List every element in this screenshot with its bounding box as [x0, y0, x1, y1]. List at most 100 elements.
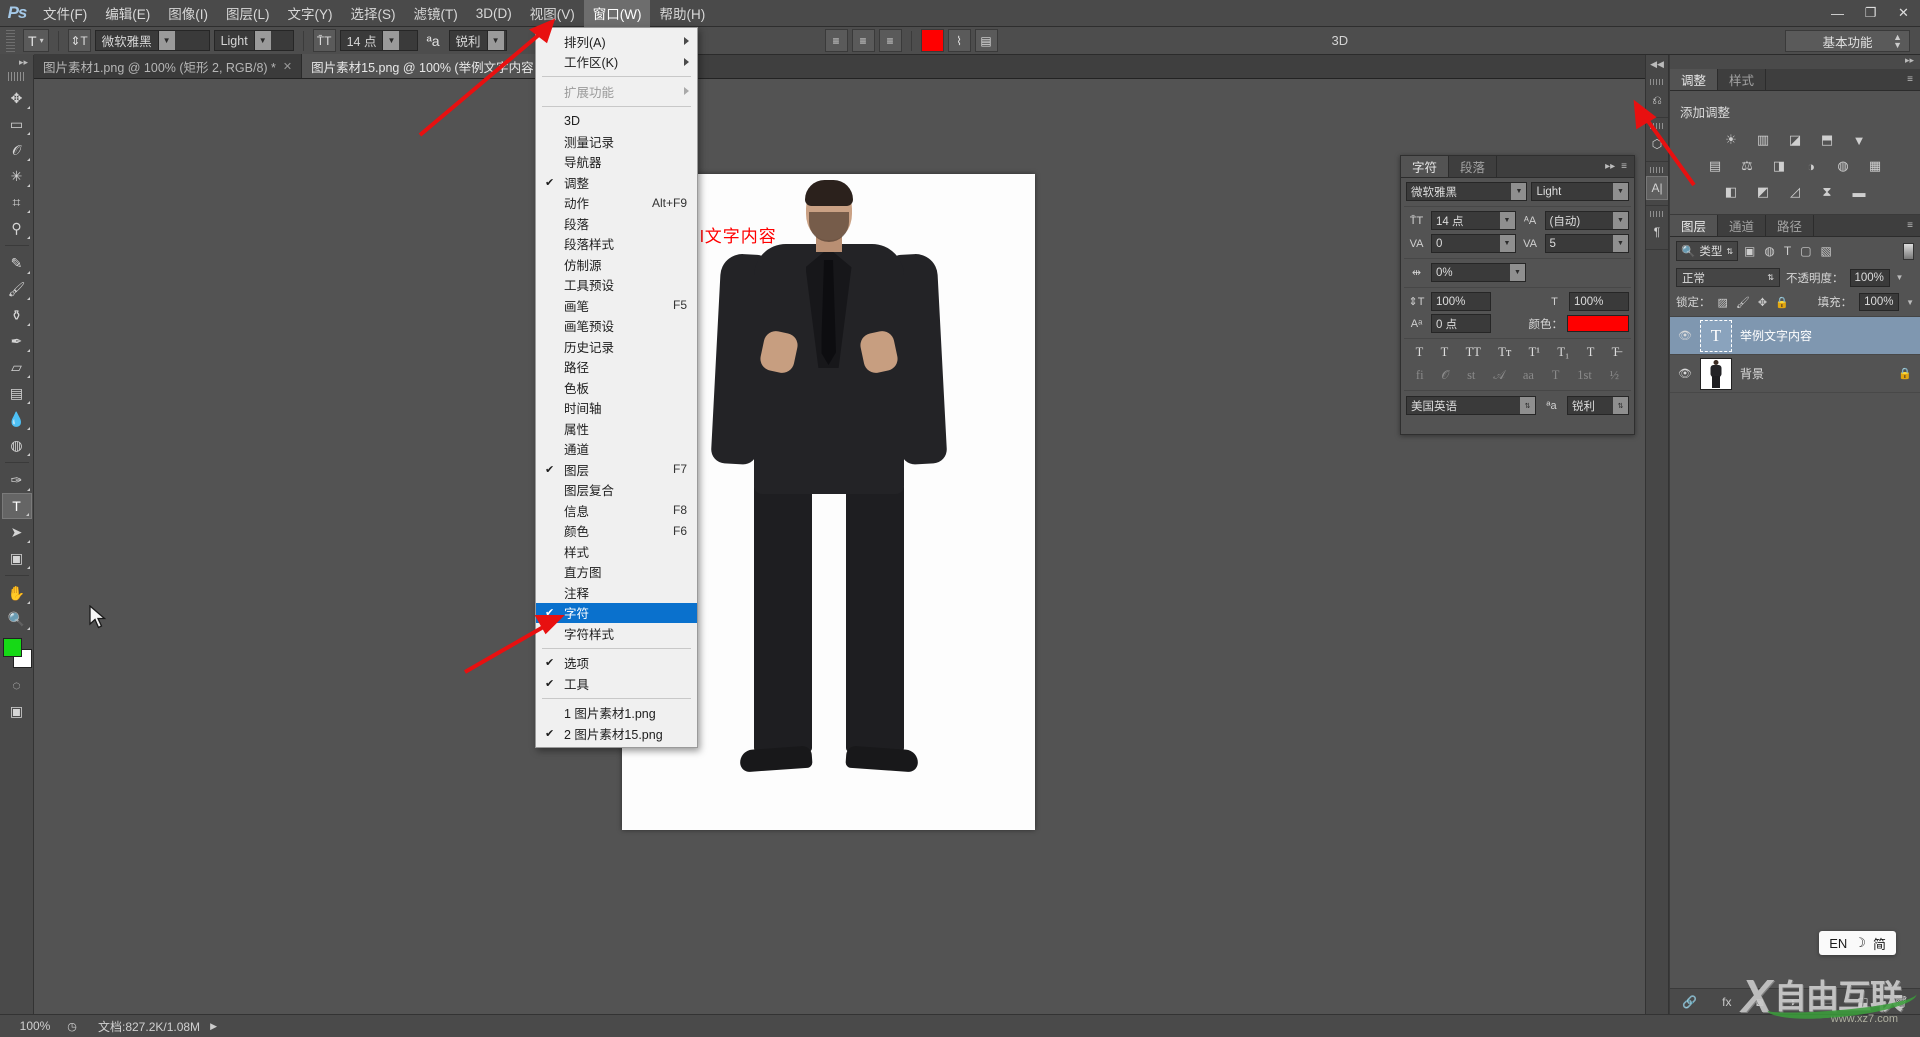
window-menu-item-33[interactable]: ✔ 工具 [536, 673, 697, 694]
adjustment-icon-icons_row2-3[interactable]: ◑ [1800, 156, 1823, 176]
tab-character[interactable]: 字符 [1401, 156, 1450, 177]
menu-item-2[interactable]: 图像(I) [159, 0, 217, 27]
layer-row[interactable]: 👁 背景 🔒 [1670, 355, 1920, 393]
paragraph-dock-icon[interactable]: ¶ [1646, 220, 1668, 244]
color-swatches[interactable] [2, 638, 32, 670]
adjustment-icon-icons_row3-0[interactable]: ◧ [1720, 182, 1743, 202]
brush-tool[interactable]: 🖌 [2, 276, 32, 302]
blur-tool[interactable]: 💧 [2, 406, 32, 432]
rightpanel-collapse-icon[interactable]: ▸▸ [1670, 55, 1920, 69]
foreground-color-swatch[interactable] [2, 638, 22, 657]
tool-flyout-icon[interactable] [26, 106, 30, 109]
window-menu-item-17[interactable]: 路径 [536, 357, 697, 378]
toggle-panels-button[interactable]: ▤ [974, 29, 998, 52]
layer-filter-type-icon-4[interactable]: ▧ [1821, 244, 1832, 258]
window-menu-item-26[interactable]: 样式 [536, 541, 697, 562]
chevron-down-icon[interactable]: ▼ [382, 31, 400, 50]
chevron-down-icon[interactable]: ▼ [486, 31, 504, 50]
window-menu-item-6[interactable]: 测量记录 [536, 131, 697, 152]
eyedropper-tool[interactable]: ⚲ [2, 215, 32, 241]
path-selection-tool[interactable]: ➤ [2, 519, 32, 545]
layer-thumbnail[interactable]: T [1700, 319, 1732, 352]
window-menu-item-1[interactable]: 工作区(K) [536, 52, 697, 73]
tool-flyout-icon[interactable] [26, 601, 30, 604]
text-color-button[interactable] [920, 29, 944, 52]
panel-menu-icon[interactable]: ≡ [1900, 215, 1920, 236]
char-opentype-button-5[interactable]: T [1552, 368, 1560, 383]
eraser-tool[interactable]: ▱ [2, 354, 32, 380]
active-tool-indicator[interactable]: T ▾ [23, 29, 49, 52]
stepper-icon[interactable]: ⇅ [1767, 273, 1774, 282]
char-hscale-field[interactable]: 100% [1569, 292, 1629, 311]
tab-adjustments[interactable]: 调整 [1670, 69, 1719, 90]
chevron-down-icon[interactable]: ▼ [1906, 298, 1914, 307]
window-menu-item-29[interactable]: ✔ 字符 [536, 602, 697, 623]
window-menu-item-13[interactable]: 工具预设 [536, 275, 697, 296]
document-tab-1[interactable]: 图片素材15.png @ 100% (举例文字内容 [302, 54, 544, 78]
canvas-text-layer[interactable]: l文字内容 [700, 222, 777, 247]
dock-grip[interactable] [1650, 211, 1664, 217]
char-style-button-5[interactable]: T₁ [1557, 345, 1569, 360]
window-menu-item-7[interactable]: 导航器 [536, 152, 697, 173]
fill-value[interactable]: 100% [1859, 293, 1900, 311]
adjustment-icon-icons_row2-5[interactable]: ▦ [1864, 156, 1887, 176]
eye-icon[interactable]: 👁 [1678, 329, 1692, 342]
dock-grip[interactable] [1650, 79, 1664, 85]
tool-flyout-icon[interactable] [26, 453, 30, 456]
window-menu-dropdown[interactable]: 排列(A) 工作区(K) 扩展功能 3D 测量记录 导航器 ✔ 调整 动作 Alt+F9 段落 段落样… [535, 27, 698, 748]
tab-styles[interactable]: 样式 [1718, 69, 1767, 90]
adjustment-icon-icons_row3-3[interactable]: ⧗ [1816, 182, 1839, 202]
dock-grip[interactable] [1650, 123, 1664, 129]
char-style-button-1[interactable]: T [1441, 345, 1449, 360]
tool-flyout-icon[interactable] [26, 236, 30, 239]
blend-mode-combo[interactable]: 正常 ⇅ [1676, 268, 1780, 287]
move-tool[interactable]: ✥ [2, 85, 32, 111]
options-bar-grip[interactable] [6, 29, 15, 52]
adjustment-icon-icons_row2-0[interactable]: ▤ [1704, 156, 1727, 176]
window-menu-item-23[interactable]: 图层复合 [536, 480, 697, 501]
char-style-button-7[interactable]: T̶ [1612, 345, 1620, 360]
dodge-tool[interactable]: ◍ [2, 432, 32, 458]
collapse-icon[interactable]: ▸▸ [1605, 161, 1615, 172]
menu-item-0[interactable]: 文件(F) [34, 0, 96, 27]
tool-flyout-icon[interactable] [26, 540, 30, 543]
type-tool[interactable]: T [1, 493, 32, 519]
status-expand-icon[interactable]: ▶ [210, 1021, 217, 1032]
window-menu-item-16[interactable]: 历史记录 [536, 336, 697, 357]
crop-tool[interactable]: ⌗ [2, 189, 32, 215]
tool-flyout-icon[interactable] [26, 271, 30, 274]
char-opentype-button-2[interactable]: st [1467, 368, 1475, 383]
layer-filter-combo[interactable]: 🔍 类型 ⇅ [1676, 241, 1739, 261]
window-menu-item-20[interactable]: 属性 [536, 418, 697, 439]
tab-paragraph[interactable]: 段落 [1449, 156, 1498, 177]
window-menu-item-28[interactable]: 注释 [536, 582, 697, 603]
stepper-icon[interactable]: ⇅ [1520, 397, 1535, 414]
tab-paths[interactable]: 路径 [1766, 215, 1815, 236]
menu-item-6[interactable]: 滤镜(T) [405, 0, 467, 27]
align-right-button[interactable]: ≡ [878, 29, 902, 52]
char-tsume-field[interactable]: 0% ▼ [1431, 263, 1526, 282]
adjustment-icon-icons_row3-4[interactable]: ▬ [1848, 182, 1871, 202]
font-family-combo[interactable]: 微软雅黑 ▼ [94, 30, 210, 51]
chevron-down-icon[interactable]: ▼ [253, 31, 271, 50]
stepper-icon[interactable]: ⇅ [1613, 397, 1628, 414]
anti-alias-combo[interactable]: 锐利 ▼ [448, 30, 507, 51]
char-font-size-field[interactable]: 14 点 ▼ [1431, 211, 1516, 230]
menu-item-8[interactable]: 视图(V) [521, 0, 584, 27]
tool-flyout-icon[interactable] [26, 297, 30, 300]
adjustment-icon-icons_row1-0[interactable]: ☀ [1720, 130, 1743, 150]
window-menu-item-12[interactable]: 仿制源 [536, 254, 697, 275]
font-size-combo[interactable]: 14 点 ▼ [339, 30, 418, 51]
opacity-value[interactable]: 100% [1849, 268, 1890, 287]
char-vscale-field[interactable]: 100% [1431, 292, 1491, 311]
adjustment-icon-icons_row1-3[interactable]: ⬒ [1816, 130, 1839, 150]
tab-layers[interactable]: 图层 [1670, 215, 1719, 236]
tool-flyout-icon[interactable] [26, 184, 30, 187]
workspace-selector[interactable]: 基本功能 ▲ ▼ [1785, 30, 1910, 52]
filter-toggle-switch[interactable] [1903, 242, 1914, 260]
adjustment-icon-icons_row2-1[interactable]: ⚖ [1736, 156, 1759, 176]
chevron-down-icon[interactable]: ▼ [1613, 212, 1628, 229]
lock-icon[interactable]: 🔒 [1898, 367, 1912, 380]
chevron-down-icon[interactable]: ▼ [1896, 273, 1904, 282]
window-menu-item-19[interactable]: 时间轴 [536, 398, 697, 419]
